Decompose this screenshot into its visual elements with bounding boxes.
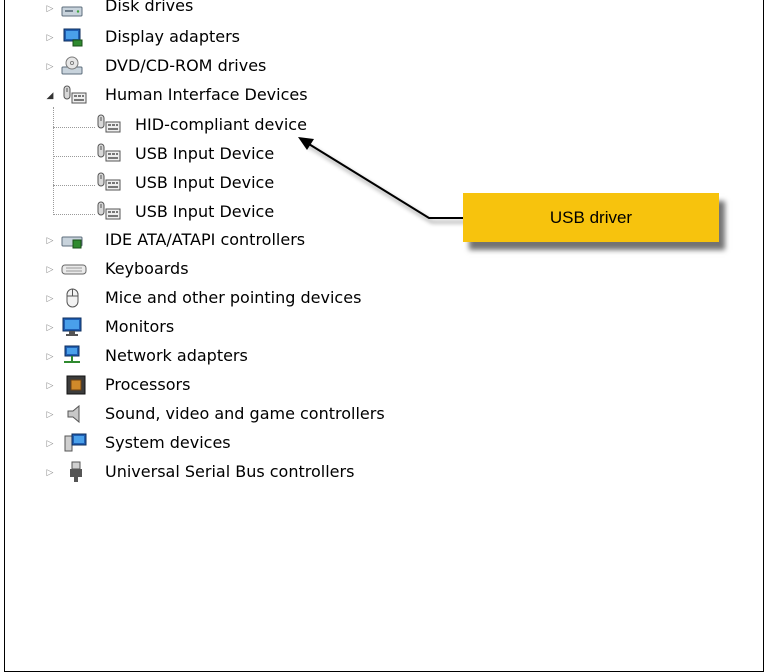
- usb-driver-callout: USB driver: [463, 193, 719, 242]
- callout-label: USB driver: [549, 207, 633, 227]
- callout-arrow: [298, 137, 463, 219]
